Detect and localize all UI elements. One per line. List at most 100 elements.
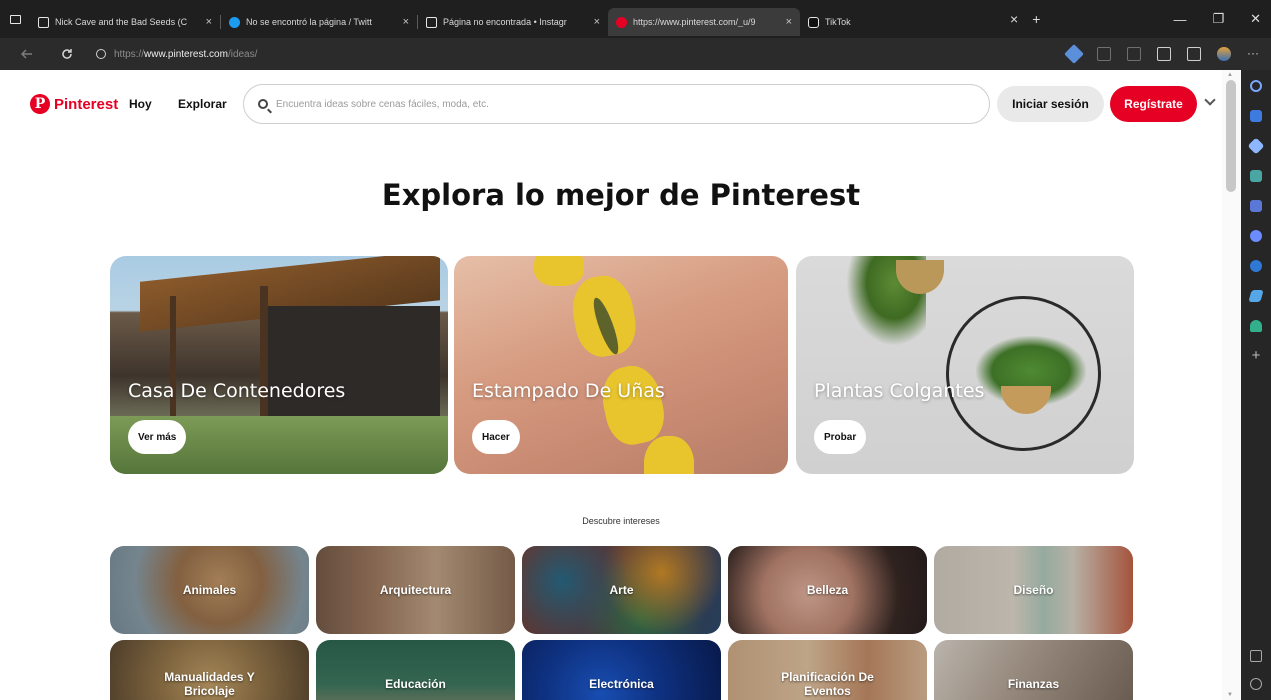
pinterest-logo-icon: P	[30, 94, 50, 114]
profile-icon[interactable]	[1217, 47, 1231, 61]
sidebar-bottom	[1250, 650, 1262, 690]
more-icon[interactable]: ···	[1247, 47, 1261, 61]
feature-card-unas[interactable]: Estampado De Uñas Hacer	[454, 256, 788, 474]
scrollbar-thumb[interactable]	[1226, 80, 1236, 192]
interest-label: Diseño	[1013, 583, 1054, 597]
signup-button[interactable]: Regístrate	[1110, 86, 1197, 122]
interest-label: Belleza	[806, 583, 849, 597]
page-icon	[38, 16, 49, 28]
nav-home-link[interactable]: Hoy	[129, 97, 152, 111]
back-button[interactable]	[14, 38, 40, 70]
tab-title: Página no encontrada • Instagr	[443, 17, 567, 27]
brand-name: Pinterest	[54, 95, 119, 113]
pinterest-icon	[616, 16, 627, 28]
card-button[interactable]: Probar	[814, 420, 867, 454]
back-icon	[21, 49, 32, 59]
login-button[interactable]: Iniciar sesión	[997, 86, 1104, 122]
tools-icon[interactable]	[1250, 170, 1262, 182]
interest-tile[interactable]: Animales	[110, 546, 309, 634]
search-bar[interactable]: Encuentra ideas sobre cenas fáciles, mod…	[243, 84, 990, 124]
close-tab-icon[interactable]: ×	[1010, 11, 1018, 27]
interest-tile[interactable]: Planificación De Eventos	[728, 640, 927, 700]
games-icon[interactable]	[1250, 200, 1262, 212]
browser-tab-pinterest-active[interactable]: https://www.pinterest.com/_u/9 ×	[608, 8, 800, 36]
interest-tile[interactable]: Educación	[316, 640, 515, 700]
pinterest-logo[interactable]: P Pinterest	[30, 94, 118, 114]
search-input[interactable]: Encuentra ideas sobre cenas fáciles, mod…	[276, 99, 489, 110]
minimize-button[interactable]: —	[1173, 12, 1186, 27]
split-screen-icon[interactable]	[1127, 47, 1141, 61]
interest-label: Educación	[385, 677, 446, 691]
scroll-up-icon[interactable]: ▲	[1227, 72, 1233, 78]
search-icon[interactable]	[1250, 80, 1262, 92]
interest-tile[interactable]: Manualidades Y Bricolaje	[110, 640, 309, 700]
shopping-icon[interactable]	[1250, 110, 1262, 122]
card-image	[170, 296, 176, 436]
tab-actions-button[interactable]	[0, 0, 30, 38]
interests-heading: Descubre intereses	[582, 516, 660, 526]
interest-label: Arquitectura	[379, 583, 452, 597]
nav-explore-link[interactable]: Explorar	[178, 97, 227, 111]
browser-tab-bar: Nick Cave and the Bad Seeds (C × No se e…	[0, 0, 1271, 38]
tree-icon[interactable]	[1250, 320, 1262, 332]
featured-cards: Casa De Contenedores Ver más Estampado D…	[0, 256, 1222, 474]
interest-tile[interactable]: Arquitectura	[316, 546, 515, 634]
interest-tile[interactable]: Arte	[522, 546, 721, 634]
url-protocol: https://	[114, 48, 145, 60]
outlook-icon[interactable]	[1250, 260, 1262, 272]
refresh-button[interactable]	[54, 38, 80, 70]
chevron-down-icon[interactable]	[1204, 94, 1216, 106]
page-icon	[426, 16, 437, 28]
url-host: www.pinterest.com	[144, 48, 228, 60]
settings-icon[interactable]	[1250, 678, 1262, 690]
card-title: Plantas Colgantes	[814, 380, 985, 402]
interest-tile[interactable]: Finanzas	[934, 640, 1133, 700]
tab-title: https://www.pinterest.com/_u/9	[633, 17, 756, 27]
close-tab-icon[interactable]: ×	[786, 16, 792, 28]
interest-tile[interactable]: Diseño	[934, 546, 1133, 634]
window-controls: — ❐ ✕	[1173, 0, 1261, 38]
browser-tab-tiktok[interactable]: TikTok	[800, 8, 940, 36]
office-icon[interactable]	[1250, 230, 1262, 242]
card-image	[260, 306, 440, 426]
edge-sidebar: +	[1241, 70, 1271, 700]
close-tab-icon[interactable]: ×	[403, 16, 409, 28]
refresh-icon	[62, 49, 72, 59]
close-window-button[interactable]: ✕	[1250, 11, 1261, 27]
site-header: P Pinterest Hoy Explorar Encuentra ideas…	[0, 70, 1222, 140]
extension-icon[interactable]	[1064, 44, 1084, 64]
interest-tile[interactable]: Electrónica	[522, 640, 721, 700]
close-tab-icon[interactable]: ×	[206, 16, 212, 28]
restore-button[interactable]: ❐	[1212, 11, 1224, 27]
tag-icon[interactable]	[1247, 137, 1265, 155]
tab-title: No se encontró la página / Twitt	[246, 17, 372, 27]
search-icon	[258, 99, 268, 109]
new-tab-button[interactable]: +	[1032, 11, 1040, 27]
card-title: Casa De Contenedores	[128, 380, 346, 402]
feature-card-plantas[interactable]: Plantas Colgantes Probar	[796, 256, 1134, 474]
browser-tab-twitter[interactable]: No se encontró la página / Twitt ×	[221, 8, 417, 36]
card-image	[644, 436, 694, 474]
interest-tile[interactable]: Belleza	[728, 546, 927, 634]
card-button[interactable]: Ver más	[128, 420, 187, 454]
browser-tab-nick-cave[interactable]: Nick Cave and the Bad Seeds (C ×	[30, 8, 220, 36]
page-scrollbar[interactable]: ▲ ▼	[1222, 70, 1241, 700]
feature-card-contenedores[interactable]: Casa De Contenedores Ver más	[110, 256, 448, 474]
add-icon[interactable]: +	[1252, 348, 1261, 363]
close-tab-icon[interactable]: ×	[594, 16, 600, 28]
sidebar-layout-icon[interactable]	[1250, 650, 1262, 662]
send-icon[interactable]	[1248, 290, 1264, 302]
browser-tab-instagram[interactable]: Página no encontrada • Instagr ×	[418, 8, 608, 36]
collections-icon[interactable]	[1187, 47, 1201, 61]
interest-label: Arte	[609, 583, 634, 597]
read-aloud-icon[interactable]	[1097, 47, 1111, 61]
toolbar-icons: ···	[1064, 38, 1261, 70]
interest-label: Electrónica	[589, 677, 654, 691]
card-button[interactable]: Hacer	[472, 420, 520, 454]
scroll-down-icon[interactable]: ▼	[1227, 692, 1233, 698]
tab-title: TikTok	[825, 17, 851, 27]
tiktok-icon	[808, 16, 819, 28]
address-bar[interactable]: https://www.pinterest.com/ideas/	[96, 42, 1016, 66]
favorites-icon[interactable]	[1157, 47, 1171, 61]
address-url: https://www.pinterest.com/ideas/	[114, 49, 257, 60]
